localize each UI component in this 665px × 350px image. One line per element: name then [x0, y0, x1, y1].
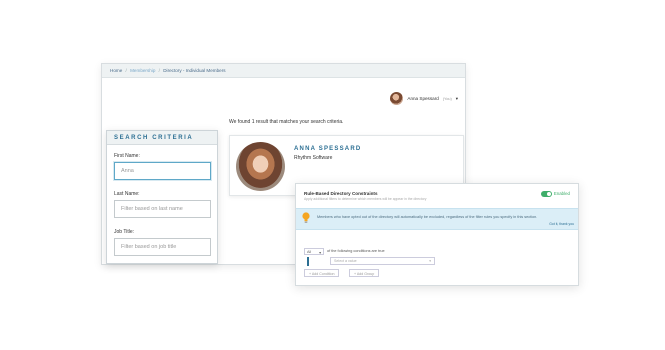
enabled-toggle[interactable]	[541, 191, 552, 197]
avatar	[390, 92, 404, 105]
toggle-label: Enabled	[553, 191, 570, 196]
job-title-input[interactable]: Filter based on job title	[114, 238, 211, 256]
rule-title: Rule-Based Directory Constraints	[304, 191, 378, 196]
breadcrumb: Home / Membership / Directory - Individu…	[102, 64, 465, 78]
last-name-input[interactable]: Filter based on last name	[114, 200, 211, 218]
first-name-input[interactable]: Anna	[114, 162, 211, 180]
breadcrumb-membership[interactable]: Membership	[130, 68, 155, 73]
rule-constraints-panel: Rule-Based Directory Constraints Apply a…	[295, 183, 579, 286]
last-name-label: Last Name:	[114, 191, 140, 197]
condition-indicator	[307, 257, 309, 266]
value-select-placeholder: Select a value	[334, 259, 357, 263]
user-role: (You)	[442, 96, 452, 101]
job-title-label: Job Title:	[114, 229, 135, 235]
chevron-down-icon: ▾	[429, 259, 431, 263]
breadcrumb-separator: /	[158, 68, 160, 73]
member-photo	[236, 142, 285, 191]
member-name[interactable]: ANNA SPESSARD	[294, 146, 361, 152]
breadcrumb-current: Directory - Individual Members	[163, 68, 226, 73]
match-select[interactable]: All ▾	[304, 248, 324, 255]
result-summary: We found 1 result that matches your sear…	[229, 119, 344, 125]
value-select[interactable]: Select a value ▾	[330, 257, 435, 265]
user-name: Anna Spessard	[407, 96, 439, 101]
breadcrumb-home[interactable]: Home	[110, 68, 122, 73]
rule-subtitle: Apply additional filters to determine wh…	[304, 197, 427, 201]
add-condition-button[interactable]: + Add Condition	[304, 269, 340, 277]
match-text: of the following conditions are true	[327, 249, 385, 253]
info-text: Members who have opted out of the direct…	[317, 215, 538, 219]
first-name-label: First Name:	[114, 153, 140, 159]
chevron-down-icon: ▾	[319, 251, 321, 255]
member-company: Rhythm Software	[294, 155, 333, 161]
search-criteria-panel: SEARCH CRITERIA First Name: Anna Last Na…	[106, 130, 218, 264]
dismiss-link[interactable]: Got it, thank you	[549, 222, 574, 226]
user-menu[interactable]: Anna Spessard (You) ▾	[390, 92, 458, 105]
lightbulb-icon	[302, 212, 310, 223]
match-select-value: All	[307, 250, 312, 254]
info-box: Members who have opted out of the direct…	[296, 208, 578, 230]
search-criteria-title: SEARCH CRITERIA	[107, 131, 217, 145]
breadcrumb-separator: /	[125, 68, 127, 73]
add-group-button[interactable]: + Add Group	[349, 269, 380, 277]
chevron-down-icon[interactable]: ▾	[456, 96, 458, 102]
